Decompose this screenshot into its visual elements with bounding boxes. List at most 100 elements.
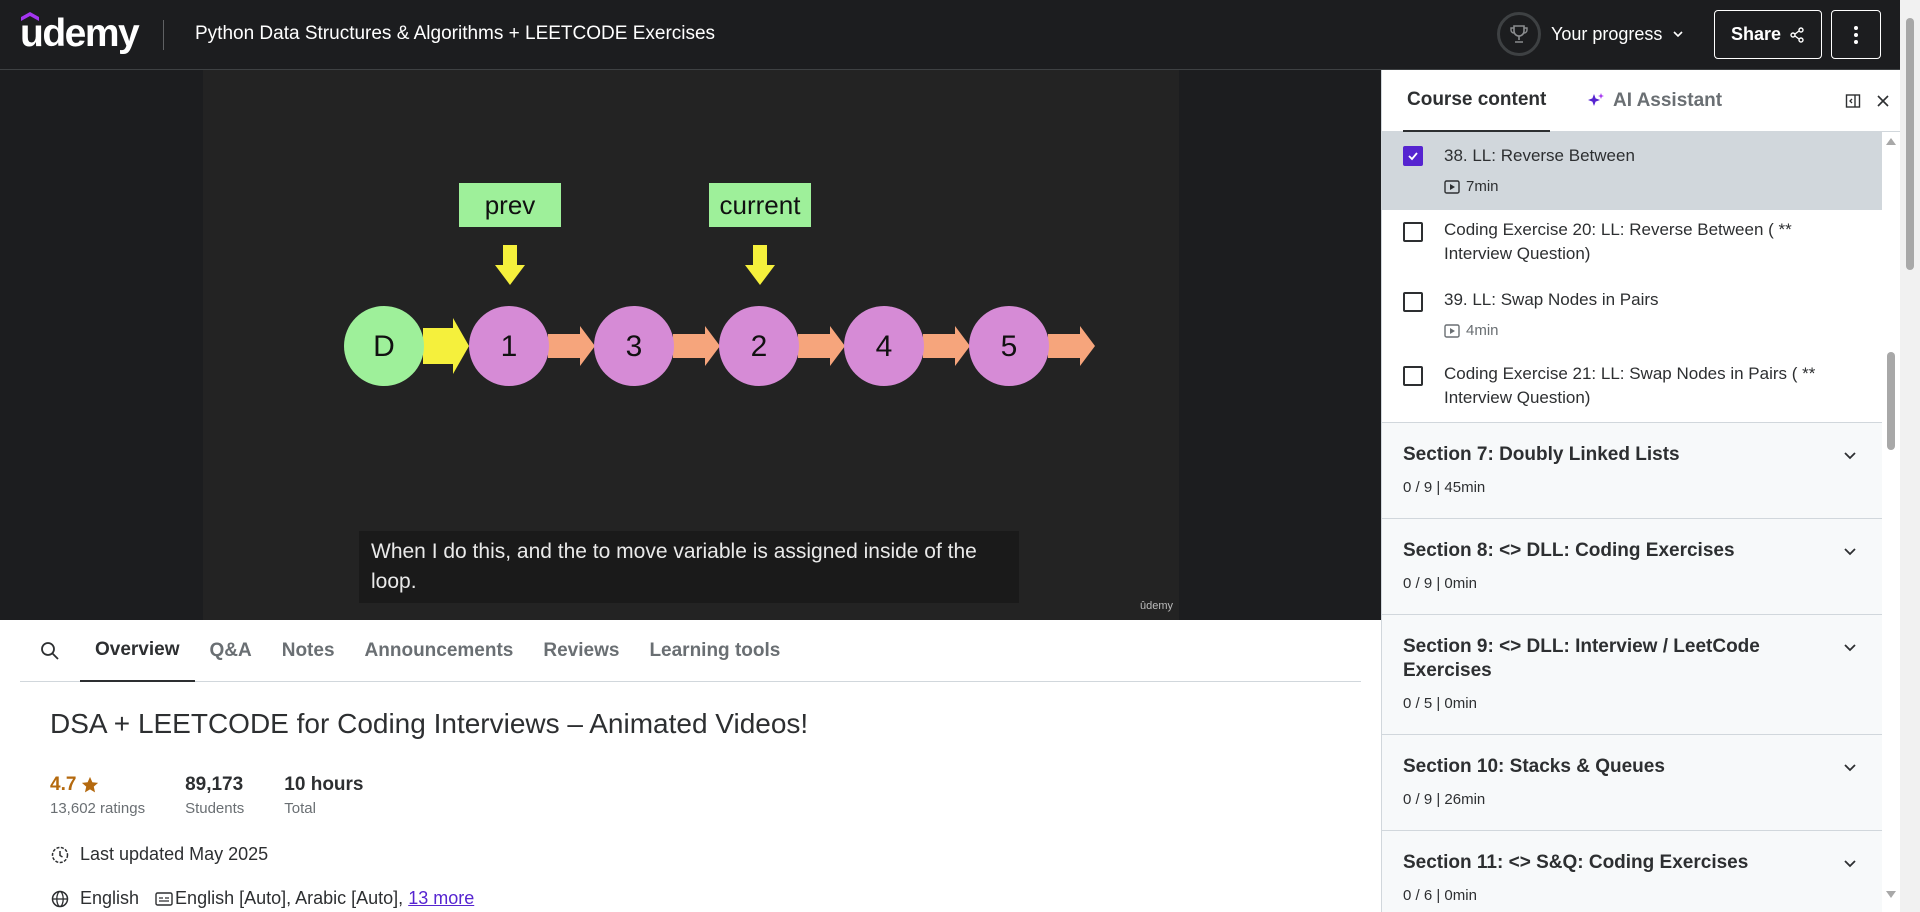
ratings-count: 13,602 ratings [50, 800, 146, 817]
header-divider [163, 20, 164, 50]
expand-panel-button[interactable] [1842, 90, 1864, 112]
tab-ai-assistant[interactable]: AI Assistant [1587, 70, 1722, 132]
share-icon [1790, 26, 1804, 43]
current-label: current [720, 190, 802, 220]
section-meta: 0 / 6 | 0min [1403, 887, 1477, 904]
course-content-sidebar: 38. LL: Reverse Between 7min Coding Exer… [1381, 70, 1901, 912]
node-3-label: 3 [626, 330, 643, 363]
share-button[interactable]: Share [1714, 10, 1822, 59]
progress-dropdown[interactable]: Your progress [1497, 12, 1684, 56]
video-watermark: ûdemy [1140, 600, 1174, 612]
lecture-item-exercise-21[interactable]: Coding Exercise 21: LL: Swap Nodes in Pa… [1382, 354, 1882, 424]
more-captions-link[interactable]: 13 more [408, 888, 474, 909]
udemy-logo[interactable]: udemy [20, 12, 140, 56]
lecture-item-39[interactable]: 39. LL: Swap Nodes in Pairs 4min [1382, 280, 1882, 354]
chevron-down-icon [1673, 31, 1683, 38]
globe-icon [51, 890, 69, 907]
captions-text: English [Auto], Arabic [Auto], [175, 888, 404, 908]
students-value: 89,173 [185, 774, 244, 795]
section-title: Section 8: <> DLL: Coding Exercises [1403, 540, 1735, 561]
close-icon [1877, 95, 1889, 107]
sidebar-toggle-icon [1845, 94, 1861, 108]
close-sidebar-button[interactable] [1872, 90, 1894, 112]
lecture-duration: 7min [1444, 178, 1499, 195]
chevron-down-icon [1844, 644, 1856, 652]
lecture-checkbox[interactable] [1403, 222, 1423, 242]
students-label: Students [185, 800, 245, 817]
section-8[interactable]: Section 8: <> DLL: Coding Exercises 0 / … [1382, 518, 1882, 614]
scroll-down-arrow-icon[interactable] [1885, 890, 1897, 900]
captions-icon [155, 891, 173, 906]
alert-clock-icon [51, 846, 69, 863]
last-updated-text: Last updated May 2025 [80, 844, 269, 864]
arrow-5-to-null [1048, 326, 1095, 366]
course-title[interactable]: Python Data Structures & Algorithms + LE… [195, 23, 715, 45]
lecture-title: 39. LL: Swap Nodes in Pairs [1444, 290, 1659, 309]
arrow-4-to-5 [923, 326, 970, 366]
page-scrollbar-thumb[interactable] [1906, 18, 1914, 270]
current-pointer-arrow [745, 245, 775, 285]
node-5-label: 5 [1001, 330, 1018, 363]
language-row: English English [Auto], Arabic [Auto], 1… [50, 888, 474, 909]
prev-pointer-arrow [495, 245, 525, 285]
rating-value: 4.7 [50, 774, 145, 796]
sparkle-icon [1588, 93, 1604, 106]
lecture-duration-text: 7min [1466, 178, 1499, 195]
top-header: udemy Python Data Structures & Algorithm… [0, 0, 1920, 70]
rating-number: 4.7 [50, 774, 77, 795]
trophy-icon [1510, 25, 1528, 43]
search-tab[interactable] [20, 620, 80, 682]
lecture-title: Coding Exercise 21: LL: Swap Nodes in Pa… [1444, 364, 1816, 407]
prev-label: prev [485, 190, 536, 220]
lecture-title: 38. LL: Reverse Between [1444, 146, 1635, 165]
section-meta: 0 / 9 | 0min [1403, 575, 1477, 592]
lecture-checkbox[interactable] [1403, 292, 1423, 312]
arrow-d-to-1 [423, 318, 469, 374]
video-icon [1444, 179, 1460, 194]
lecture-checkbox[interactable] [1403, 366, 1423, 386]
scroll-up-arrow-icon[interactable] [1885, 136, 1897, 146]
rating-stat: 4.7 13,602 ratings [50, 774, 145, 817]
tab-reviews[interactable]: Reviews [528, 620, 634, 682]
star-icon [82, 776, 99, 793]
tab-learning-tools[interactable]: Learning tools [634, 620, 795, 682]
section-title: Section 10: Stacks & Queues [1403, 756, 1665, 777]
node-4-label: 4 [876, 330, 893, 363]
lecture-item-exercise-20[interactable]: Coding Exercise 20: LL: Reverse Between … [1382, 210, 1882, 280]
video-icon [1444, 323, 1460, 338]
tab-course-content[interactable]: Course content [1403, 70, 1551, 132]
video-player[interactable]: prev current D 1 3 2 4 5 When I do this,… [0, 70, 1381, 620]
page-scrollbar[interactable] [1900, 0, 1920, 912]
node-d-label: D [373, 330, 395, 363]
section-title: Section 11: <> S&Q: Coding Exercises [1403, 852, 1749, 873]
more-options-button[interactable] [1831, 10, 1881, 59]
chevron-down-icon [1844, 452, 1856, 460]
arrow-2-to-4 [798, 326, 845, 366]
search-icon [41, 641, 59, 660]
section-9[interactable]: Section 9: <> DLL: Interview / LeetCode … [1382, 614, 1882, 734]
chevron-down-icon [1844, 548, 1856, 556]
section-meta: 0 / 5 | 0min [1403, 695, 1477, 712]
students-stat: 89,173 Students [185, 774, 244, 817]
section-7[interactable]: Section 7: Doubly Linked Lists 0 / 9 | 4… [1382, 422, 1882, 518]
node-1-label: 1 [501, 330, 518, 363]
lecture-checkbox[interactable] [1403, 146, 1423, 166]
section-10[interactable]: Section 10: Stacks & Queues 0 / 9 | 26mi… [1382, 734, 1882, 830]
progress-ring [1497, 12, 1541, 56]
lecture-duration: 4min [1444, 322, 1499, 339]
chevron-down-icon [1844, 764, 1856, 772]
section-title: Section 9: <> DLL: Interview / LeetCode … [1403, 636, 1760, 681]
lecture-item-38[interactable]: 38. LL: Reverse Between 7min [1382, 132, 1882, 210]
overview-title: DSA + LEETCODE for Coding Interviews – A… [50, 708, 809, 739]
hours-value: 10 hours [284, 774, 364, 795]
tab-announcements[interactable]: Announcements [350, 620, 529, 682]
section-11[interactable]: Section 11: <> S&Q: Coding Exercises 0 /… [1382, 830, 1882, 912]
language-text: English [80, 888, 140, 908]
sidebar-scrollbar-thumb[interactable] [1887, 352, 1895, 450]
share-label: Share [1730, 24, 1782, 44]
tab-overview[interactable]: Overview [80, 620, 195, 682]
section-meta: 0 / 9 | 45min [1403, 479, 1486, 496]
tab-qa[interactable]: Q&A [195, 620, 267, 682]
section-meta: 0 / 9 | 26min [1403, 791, 1486, 808]
tab-notes[interactable]: Notes [267, 620, 350, 682]
